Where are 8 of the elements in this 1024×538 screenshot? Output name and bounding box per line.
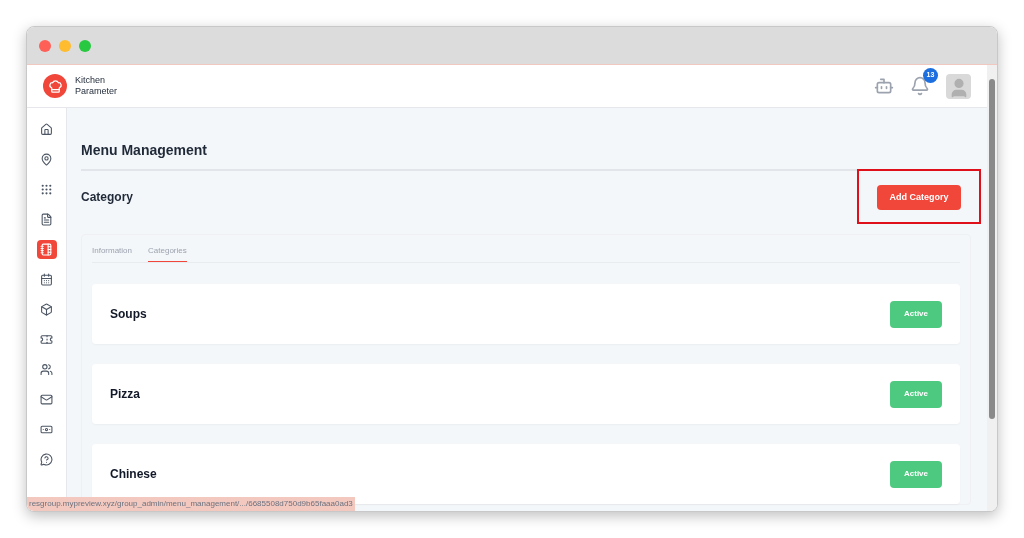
section-title: Category (81, 188, 133, 206)
brand-name: Kitchen (75, 75, 107, 86)
brand-name: Parameter (75, 86, 118, 97)
category-name: Pizza (110, 386, 140, 404)
page-title: Menu Management (81, 140, 861, 171)
category-name: Chinese (110, 466, 157, 484)
category-name: Soups (110, 306, 147, 324)
status-url: resgroup.mypreview.xyz/group_admin/menu_management/.../6685508d750d9b65faaa0ad3 (27, 497, 355, 511)
